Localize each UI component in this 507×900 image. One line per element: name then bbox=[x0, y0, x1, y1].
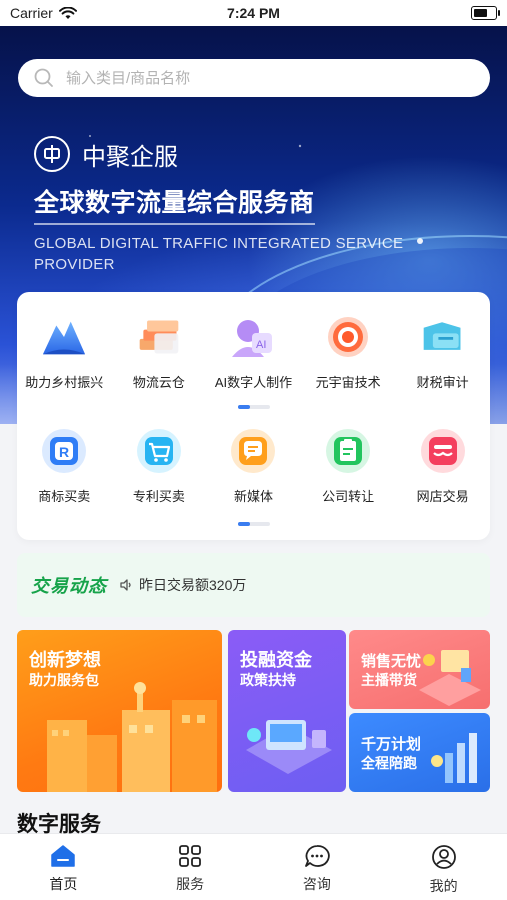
promo-innovation[interactable]: 创新梦想 助力服务包 bbox=[17, 630, 222, 792]
category-label: AI数字人制作 bbox=[214, 375, 293, 390]
promo-sales[interactable]: 销售无忧 主播带货 bbox=[349, 630, 490, 709]
category-logistics[interactable]: 物流云仓 bbox=[112, 314, 207, 391]
city-illustration bbox=[47, 682, 217, 792]
battery-icon bbox=[471, 6, 500, 20]
message-icon bbox=[304, 845, 330, 867]
category-trademark[interactable]: R 商标买卖 bbox=[17, 428, 112, 505]
category-metaverse[interactable]: 元宇宙技术 bbox=[301, 314, 396, 391]
tab-label: 首页 bbox=[49, 876, 78, 892]
grid-icon bbox=[179, 845, 202, 867]
status-bar: Carrier 7:24 PM bbox=[0, 0, 507, 26]
boxes-icon bbox=[136, 314, 182, 360]
trademark-icon: R bbox=[41, 428, 87, 474]
shop-icon bbox=[420, 428, 466, 474]
category-label: 网店交易 bbox=[416, 489, 469, 504]
category-row-1: 助力乡村振兴 物流云仓 AI AI数字人制作 元宇宙技术 财税审计 bbox=[17, 314, 490, 391]
promo-financing[interactable]: 投融资金 政策扶持 bbox=[228, 630, 346, 792]
category-label: 助力乡村振兴 bbox=[25, 375, 104, 390]
category-label: 元宇宙技术 bbox=[315, 375, 381, 390]
category-ai-avatar[interactable]: AI AI数字人制作 bbox=[206, 314, 301, 391]
category-new-media[interactable]: 新媒体 bbox=[206, 428, 301, 505]
brand-name: 中聚企服 bbox=[82, 143, 178, 171]
tab-label: 咨询 bbox=[302, 876, 331, 892]
search-icon bbox=[34, 68, 53, 87]
mountain-icon bbox=[41, 314, 87, 360]
speaker-icon bbox=[120, 579, 131, 591]
category-rural[interactable]: 助力乡村振兴 bbox=[17, 314, 112, 391]
clipboard-icon bbox=[325, 428, 371, 474]
category-label: 财税审计 bbox=[416, 375, 469, 390]
hero-subline: GLOBAL DIGITAL TRAFFIC INTEGRATED SERVIC… bbox=[34, 235, 404, 273]
category-shop-trade[interactable]: 网店交易 bbox=[395, 428, 490, 505]
category-company-transfer[interactable]: 公司转让 bbox=[301, 428, 396, 505]
tab-home[interactable]: 首页 bbox=[0, 834, 127, 900]
carrier-label: Carrier bbox=[10, 5, 53, 21]
svg-text:R: R bbox=[59, 444, 69, 460]
tab-consult[interactable]: 咨询 bbox=[254, 834, 381, 900]
brand: 中聚企服 bbox=[34, 136, 178, 172]
livestream-illustration bbox=[419, 650, 481, 706]
category-finance[interactable]: 财税审计 bbox=[395, 314, 490, 391]
carrier: Carrier bbox=[10, 5, 77, 21]
category-label: 专利买卖 bbox=[132, 489, 185, 504]
category-label: 公司转让 bbox=[322, 489, 375, 504]
tab-label: 我的 bbox=[429, 878, 458, 894]
page-indicator bbox=[238, 522, 270, 526]
chat-bubble-icon bbox=[230, 428, 276, 474]
deal-text-wrap: 昨日交易额320万 bbox=[119, 575, 246, 595]
category-label: 新媒体 bbox=[233, 489, 273, 504]
growth-illustration bbox=[431, 733, 477, 783]
category-patent[interactable]: 专利买卖 bbox=[112, 428, 207, 505]
home-icon bbox=[51, 845, 76, 867]
search-bar[interactable] bbox=[18, 59, 490, 97]
finance-icon bbox=[420, 314, 466, 360]
search-input[interactable] bbox=[64, 68, 468, 88]
category-row-2: R 商标买卖 专利买卖 新媒体 公司转让 网店交易 bbox=[17, 428, 490, 505]
ai-avatar-icon: AI bbox=[230, 314, 276, 360]
user-icon bbox=[431, 845, 456, 869]
category-card: 助力乡村振兴 物流云仓 AI AI数字人制作 元宇宙技术 财税审计 R 商标买卖… bbox=[17, 292, 490, 540]
hero-headline: 全球数字流量综合服务商 bbox=[34, 183, 315, 225]
wifi-icon bbox=[58, 6, 77, 19]
promo-plan[interactable]: 千万计划 全程陪跑 bbox=[349, 713, 490, 792]
patent-cart-icon bbox=[136, 428, 182, 474]
category-label: 物流云仓 bbox=[132, 375, 185, 390]
deal-title: 交易动态 bbox=[31, 576, 107, 596]
deal-ticker[interactable]: 交易动态 昨日交易额320万 bbox=[17, 553, 490, 617]
target-icon bbox=[325, 314, 371, 360]
tab-services[interactable]: 服务 bbox=[127, 834, 254, 900]
tab-label: 服务 bbox=[176, 876, 205, 892]
brand-logo bbox=[34, 136, 70, 172]
tab-profile[interactable]: 我的 bbox=[380, 834, 507, 900]
deal-text: 昨日交易额320万 bbox=[139, 577, 247, 593]
category-label: 商标买卖 bbox=[38, 489, 91, 504]
logo-mark-icon bbox=[44, 145, 60, 163]
finance-illustration bbox=[246, 720, 332, 774]
svg-text:AI: AI bbox=[256, 339, 266, 351]
page-indicator bbox=[238, 405, 270, 409]
tab-bar: 首页 服务 咨询 我的 bbox=[0, 834, 507, 900]
